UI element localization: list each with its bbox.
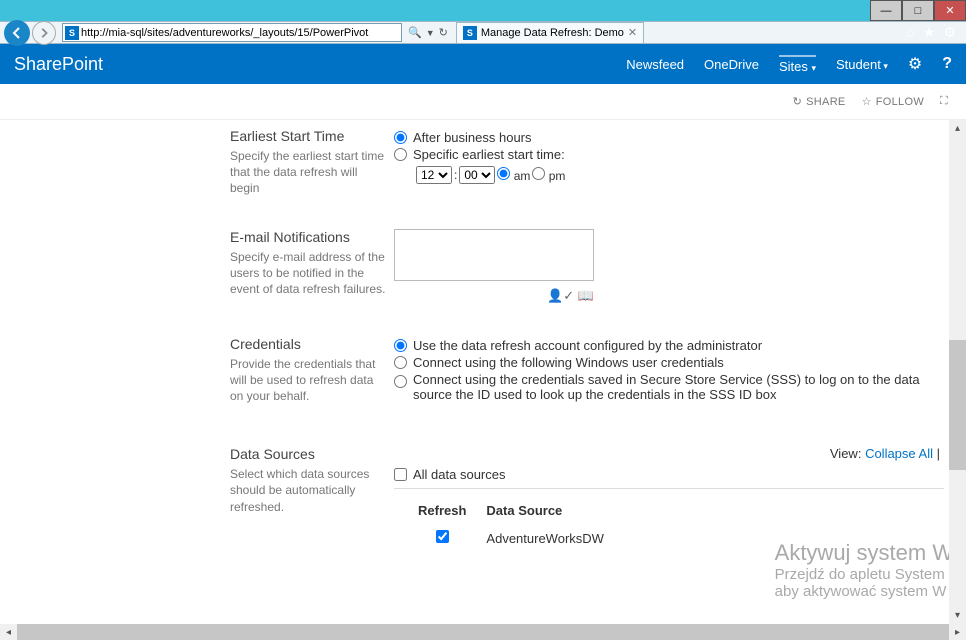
col-refresh: Refresh xyxy=(418,499,484,526)
radio-am[interactable]: am xyxy=(497,167,530,183)
scroll-down-arrow-icon[interactable]: ▾ xyxy=(949,607,966,624)
browser-tab[interactable]: S Manage Data Refresh: Demo ✕ xyxy=(456,22,644,44)
datasources-view-toggle: View: Collapse All | xyxy=(394,446,944,461)
collapse-all-link[interactable]: Collapse All xyxy=(865,446,933,461)
section-credentials-desc: Provide the credentials that will be use… xyxy=(230,356,390,405)
radio-pm[interactable]: pm xyxy=(532,167,565,183)
radio-input[interactable] xyxy=(394,131,407,144)
section-datasources-title: Data Sources xyxy=(230,446,390,462)
section-email-title: E-mail Notifications xyxy=(230,229,390,245)
col-source: Data Source xyxy=(486,499,622,526)
focus-button[interactable]: ⛶ xyxy=(940,95,948,108)
datasource-name: AdventureWorksDW xyxy=(486,528,622,548)
radio-after-business-hours[interactable]: After business hours xyxy=(394,130,966,145)
radio-specific-time[interactable]: Specific earliest start time: xyxy=(394,147,966,162)
nav-newsfeed[interactable]: Newsfeed xyxy=(626,57,684,72)
sharepoint-brand[interactable]: SharePoint xyxy=(14,54,103,75)
arrow-right-icon xyxy=(38,27,50,39)
section-datasources-desc: Select which data sources should be auto… xyxy=(230,466,390,515)
settings-gear-icon[interactable]: ⚙ xyxy=(908,54,922,74)
email-notifications-input[interactable] xyxy=(394,229,594,281)
sharepoint-header: SharePoint Newsfeed OneDrive Sites ▾ Stu… xyxy=(0,44,966,84)
section-email-desc: Specify e-mail address of the users to b… xyxy=(230,249,390,298)
caret-down-icon: ▾ xyxy=(811,63,816,73)
browser-address-bar: S http://mia-sql/sites/adventureworks/_l… xyxy=(0,21,966,44)
section-earliest-desc: Specify the earliest start time that the… xyxy=(230,148,390,197)
radio-sss-credentials[interactable]: Connect using the credentials saved in S… xyxy=(394,372,966,402)
table-row: AdventureWorksDW xyxy=(418,528,622,548)
minute-select[interactable]: 00 xyxy=(459,166,495,184)
section-credentials-title: Credentials xyxy=(230,336,390,352)
radio-admin-account[interactable]: Use the data refresh account configured … xyxy=(394,338,966,353)
sharepoint-favicon-icon: S xyxy=(65,26,79,40)
search-controls[interactable]: 🔍 ▼ ↻ xyxy=(404,26,452,39)
vertical-scrollbar[interactable]: ▴ ▾ xyxy=(949,120,966,624)
window-titlebar: — □ ✕ xyxy=(0,0,966,21)
arrow-left-icon xyxy=(10,26,24,40)
refresh-checkbox[interactable] xyxy=(436,530,449,543)
url-text: http://mia-sql/sites/adventureworks/_lay… xyxy=(81,27,368,39)
sharepoint-favicon-icon: S xyxy=(463,26,477,40)
tools-icon[interactable]: ⚙ xyxy=(943,24,956,41)
horizontal-scroll-thumb[interactable] xyxy=(17,624,949,640)
dropdown-caret-icon: ▼ xyxy=(426,28,435,38)
star-icon: ☆ xyxy=(862,95,872,108)
page-action-bar: ↻ SHARE ☆ FOLLOW ⛶ xyxy=(0,84,966,120)
caret-down-icon: ▾ xyxy=(881,61,888,71)
vertical-scroll-thumb[interactable] xyxy=(949,340,966,470)
section-earliest-title: Earliest Start Time xyxy=(230,128,390,144)
checkbox-all-data-sources[interactable]: All data sources xyxy=(394,467,944,489)
browse-people-icon[interactable]: 📖 xyxy=(578,288,594,303)
horizontal-scrollbar[interactable]: ◂ ▸ xyxy=(0,624,966,640)
home-icon[interactable]: ⌂ xyxy=(906,24,914,41)
url-input[interactable]: S http://mia-sql/sites/adventureworks/_l… xyxy=(62,23,402,42)
form-content: Earliest Start Time Specify the earliest… xyxy=(0,120,966,624)
scroll-right-arrow-icon[interactable]: ▸ xyxy=(949,627,966,638)
window-close-button[interactable]: ✕ xyxy=(934,0,966,21)
hour-select[interactable]: 12 xyxy=(416,166,452,184)
refresh-icon[interactable]: ↻ xyxy=(439,26,448,39)
user-menu[interactable]: Student ▾ xyxy=(836,57,888,72)
check-names-icon[interactable]: 👤✓ xyxy=(547,288,574,303)
nav-back-button[interactable] xyxy=(4,20,30,46)
radio-windows-credentials[interactable]: Connect using the following Windows user… xyxy=(394,355,966,370)
search-icon: 🔍 xyxy=(408,26,422,39)
nav-sites[interactable]: Sites ▾ xyxy=(779,55,816,74)
window-minimize-button[interactable]: — xyxy=(870,0,902,21)
follow-button[interactable]: ☆ FOLLOW xyxy=(862,95,924,108)
favorites-icon[interactable]: ★ xyxy=(923,24,936,41)
nav-forward-button[interactable] xyxy=(32,21,56,45)
nav-onedrive[interactable]: OneDrive xyxy=(704,57,759,72)
tab-title: Manage Data Refresh: Demo xyxy=(481,27,624,39)
scroll-up-arrow-icon[interactable]: ▴ xyxy=(949,120,966,137)
window-maximize-button[interactable]: □ xyxy=(902,0,934,21)
focus-icon: ⛶ xyxy=(940,95,948,108)
tab-close-icon[interactable]: ✕ xyxy=(628,26,637,39)
share-icon: ↻ xyxy=(793,95,803,108)
scroll-left-arrow-icon[interactable]: ◂ xyxy=(0,627,17,638)
help-icon[interactable]: ? xyxy=(942,55,952,73)
datasources-table: Refresh Data Source AdventureWorksDW xyxy=(416,497,624,550)
share-button[interactable]: ↻ SHARE xyxy=(793,95,846,108)
radio-input[interactable] xyxy=(394,148,407,161)
